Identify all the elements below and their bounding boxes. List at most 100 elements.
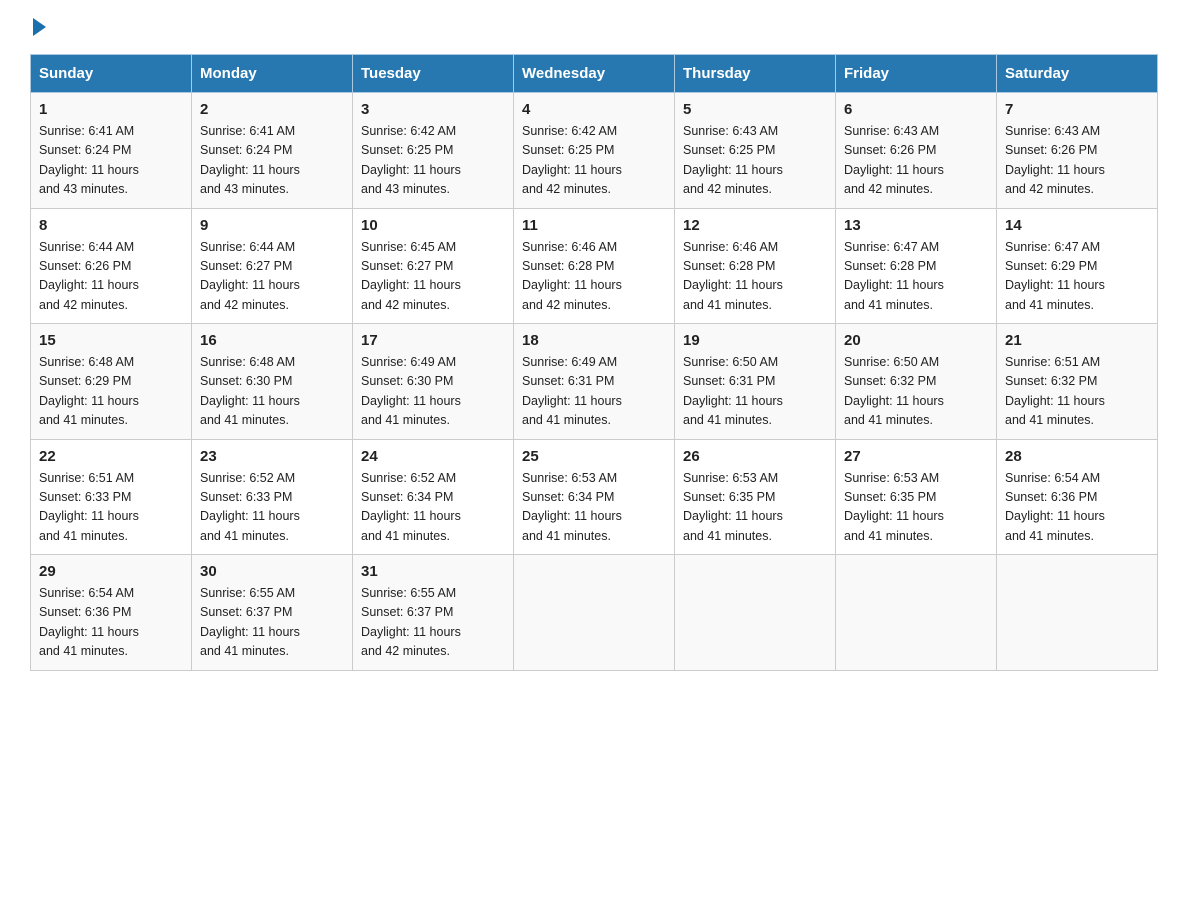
day-number: 19 xyxy=(683,332,827,349)
col-header-tuesday: Tuesday xyxy=(353,55,514,93)
calendar-cell: 28 Sunrise: 6:54 AMSunset: 6:36 PMDayligh… xyxy=(997,439,1158,555)
day-info: Sunrise: 6:43 AMSunset: 6:25 PMDaylight:… xyxy=(683,122,827,200)
day-info: Sunrise: 6:51 AMSunset: 6:33 PMDaylight:… xyxy=(39,469,183,547)
logo-arrow-icon xyxy=(33,18,46,36)
day-info: Sunrise: 6:53 AMSunset: 6:35 PMDaylight:… xyxy=(683,469,827,547)
col-header-wednesday: Wednesday xyxy=(514,55,675,93)
day-number: 14 xyxy=(1005,217,1149,234)
day-info: Sunrise: 6:49 AMSunset: 6:31 PMDaylight:… xyxy=(522,353,666,431)
calendar-cell: 3 Sunrise: 6:42 AMSunset: 6:25 PMDaylight… xyxy=(353,93,514,209)
day-info: Sunrise: 6:52 AMSunset: 6:34 PMDaylight:… xyxy=(361,469,505,547)
day-number: 28 xyxy=(1005,448,1149,465)
day-number: 1 xyxy=(39,101,183,118)
calendar-cell: 16 Sunrise: 6:48 AMSunset: 6:30 PMDayligh… xyxy=(192,324,353,440)
calendar-cell: 27Sunrise: 6:53 AMSunset: 6:35 PMDayligh… xyxy=(836,439,997,555)
day-number: 23 xyxy=(200,448,344,465)
calendar-cell: 10 Sunrise: 6:45 AMSunset: 6:27 PMDayligh… xyxy=(353,208,514,324)
day-info: Sunrise: 6:42 AMSunset: 6:25 PMDaylight:… xyxy=(361,122,505,200)
calendar-cell: 25 Sunrise: 6:53 AMSunset: 6:34 PMDayligh… xyxy=(514,439,675,555)
day-number: 31 xyxy=(361,563,505,580)
calendar-cell: 15 Sunrise: 6:48 AMSunset: 6:29 PMDayligh… xyxy=(31,324,192,440)
calendar-cell: 14Sunrise: 6:47 AMSunset: 6:29 PMDayligh… xyxy=(997,208,1158,324)
calendar-cell: 12 Sunrise: 6:46 AMSunset: 6:28 PMDayligh… xyxy=(675,208,836,324)
day-number: 21 xyxy=(1005,332,1149,349)
calendar-cell: 31 Sunrise: 6:55 AMSunset: 6:37 PMDayligh… xyxy=(353,555,514,671)
calendar-cell: 20 Sunrise: 6:50 AMSunset: 6:32 PMDayligh… xyxy=(836,324,997,440)
day-number: 16 xyxy=(200,332,344,349)
day-info: Sunrise: 6:50 AMSunset: 6:32 PMDaylight:… xyxy=(844,353,988,431)
day-info: Sunrise: 6:48 AMSunset: 6:29 PMDaylight:… xyxy=(39,353,183,431)
day-info: Sunrise: 6:52 AMSunset: 6:33 PMDaylight:… xyxy=(200,469,344,547)
calendar-cell: 24 Sunrise: 6:52 AMSunset: 6:34 PMDayligh… xyxy=(353,439,514,555)
calendar-cell: 7 Sunrise: 6:43 AMSunset: 6:26 PMDaylight… xyxy=(997,93,1158,209)
calendar-cell: 1Sunrise: 6:41 AMSunset: 6:24 PMDaylight… xyxy=(31,93,192,209)
day-number: 30 xyxy=(200,563,344,580)
day-number: 3 xyxy=(361,101,505,118)
day-number: 10 xyxy=(361,217,505,234)
day-number: 22 xyxy=(39,448,183,465)
day-number: 18 xyxy=(522,332,666,349)
calendar-cell: 8Sunrise: 6:44 AMSunset: 6:26 PMDaylight… xyxy=(31,208,192,324)
day-number: 5 xyxy=(683,101,827,118)
calendar-cell: 2 Sunrise: 6:41 AMSunset: 6:24 PMDaylight… xyxy=(192,93,353,209)
day-number: 20 xyxy=(844,332,988,349)
calendar-cell xyxy=(836,555,997,671)
day-info: Sunrise: 6:47 AMSunset: 6:28 PMDaylight:… xyxy=(844,238,988,316)
day-info: Sunrise: 6:44 AMSunset: 6:26 PMDaylight:… xyxy=(39,238,183,316)
calendar-cell: 30 Sunrise: 6:55 AMSunset: 6:37 PMDayligh… xyxy=(192,555,353,671)
day-number: 9 xyxy=(200,217,344,234)
day-number: 17 xyxy=(361,332,505,349)
day-number: 27 xyxy=(844,448,988,465)
day-info: Sunrise: 6:54 AMSunset: 6:36 PMDaylight:… xyxy=(39,584,183,662)
col-header-monday: Monday xyxy=(192,55,353,93)
day-number: 25 xyxy=(522,448,666,465)
day-info: Sunrise: 6:49 AMSunset: 6:30 PMDaylight:… xyxy=(361,353,505,431)
day-info: Sunrise: 6:44 AMSunset: 6:27 PMDaylight:… xyxy=(200,238,344,316)
day-info: Sunrise: 6:43 AMSunset: 6:26 PMDaylight:… xyxy=(1005,122,1149,200)
day-info: Sunrise: 6:55 AMSunset: 6:37 PMDaylight:… xyxy=(361,584,505,662)
calendar-cell: 18 Sunrise: 6:49 AMSunset: 6:31 PMDayligh… xyxy=(514,324,675,440)
day-number: 11 xyxy=(522,217,666,234)
day-info: Sunrise: 6:42 AMSunset: 6:25 PMDaylight:… xyxy=(522,122,666,200)
col-header-sunday: Sunday xyxy=(31,55,192,93)
day-info: Sunrise: 6:46 AMSunset: 6:28 PMDaylight:… xyxy=(683,238,827,316)
col-header-friday: Friday xyxy=(836,55,997,93)
calendar-cell: 17 Sunrise: 6:49 AMSunset: 6:30 PMDayligh… xyxy=(353,324,514,440)
calendar-cell: 4 Sunrise: 6:42 AMSunset: 6:25 PMDaylight… xyxy=(514,93,675,209)
day-number: 2 xyxy=(200,101,344,118)
logo xyxy=(30,20,46,36)
day-number: 24 xyxy=(361,448,505,465)
calendar-cell xyxy=(675,555,836,671)
day-number: 12 xyxy=(683,217,827,234)
day-info: Sunrise: 6:54 AMSunset: 6:36 PMDaylight:… xyxy=(1005,469,1149,547)
calendar-cell: 5 Sunrise: 6:43 AMSunset: 6:25 PMDaylight… xyxy=(675,93,836,209)
calendar-cell xyxy=(997,555,1158,671)
day-info: Sunrise: 6:50 AMSunset: 6:31 PMDaylight:… xyxy=(683,353,827,431)
day-number: 7 xyxy=(1005,101,1149,118)
calendar-cell: 23 Sunrise: 6:52 AMSunset: 6:33 PMDayligh… xyxy=(192,439,353,555)
calendar-week-5: 29 Sunrise: 6:54 AMSunset: 6:36 PMDayligh… xyxy=(31,555,1158,671)
col-header-saturday: Saturday xyxy=(997,55,1158,93)
day-number: 15 xyxy=(39,332,183,349)
calendar-header-row: SundayMondayTuesdayWednesdayThursdayFrid… xyxy=(31,55,1158,93)
day-info: Sunrise: 6:41 AMSunset: 6:24 PMDaylight:… xyxy=(200,122,344,200)
day-info: Sunrise: 6:48 AMSunset: 6:30 PMDaylight:… xyxy=(200,353,344,431)
day-number: 26 xyxy=(683,448,827,465)
day-info: Sunrise: 6:51 AMSunset: 6:32 PMDaylight:… xyxy=(1005,353,1149,431)
calendar-week-1: 1 Sunrise: 6:41 AMSunset: 6:24 PMDaylight… xyxy=(31,93,1158,209)
day-number: 6 xyxy=(844,101,988,118)
day-info: Sunrise: 6:43 AMSunset: 6:26 PMDaylight:… xyxy=(844,122,988,200)
day-number: 4 xyxy=(522,101,666,118)
day-number: 29 xyxy=(39,563,183,580)
calendar-cell: 6 Sunrise: 6:43 AMSunset: 6:26 PMDaylight… xyxy=(836,93,997,209)
calendar-cell: 13Sunrise: 6:47 AMSunset: 6:28 PMDayligh… xyxy=(836,208,997,324)
calendar-cell: 21 Sunrise: 6:51 AMSunset: 6:32 PMDayligh… xyxy=(997,324,1158,440)
page-header xyxy=(30,20,1158,36)
day-info: Sunrise: 6:45 AMSunset: 6:27 PMDaylight:… xyxy=(361,238,505,316)
day-info: Sunrise: 6:53 AMSunset: 6:34 PMDaylight:… xyxy=(522,469,666,547)
day-info: Sunrise: 6:55 AMSunset: 6:37 PMDaylight:… xyxy=(200,584,344,662)
col-header-thursday: Thursday xyxy=(675,55,836,93)
calendar-week-4: 22 Sunrise: 6:51 AMSunset: 6:33 PMDayligh… xyxy=(31,439,1158,555)
calendar-cell: 9 Sunrise: 6:44 AMSunset: 6:27 PMDaylight… xyxy=(192,208,353,324)
calendar-cell: 11Sunrise: 6:46 AMSunset: 6:28 PMDayligh… xyxy=(514,208,675,324)
